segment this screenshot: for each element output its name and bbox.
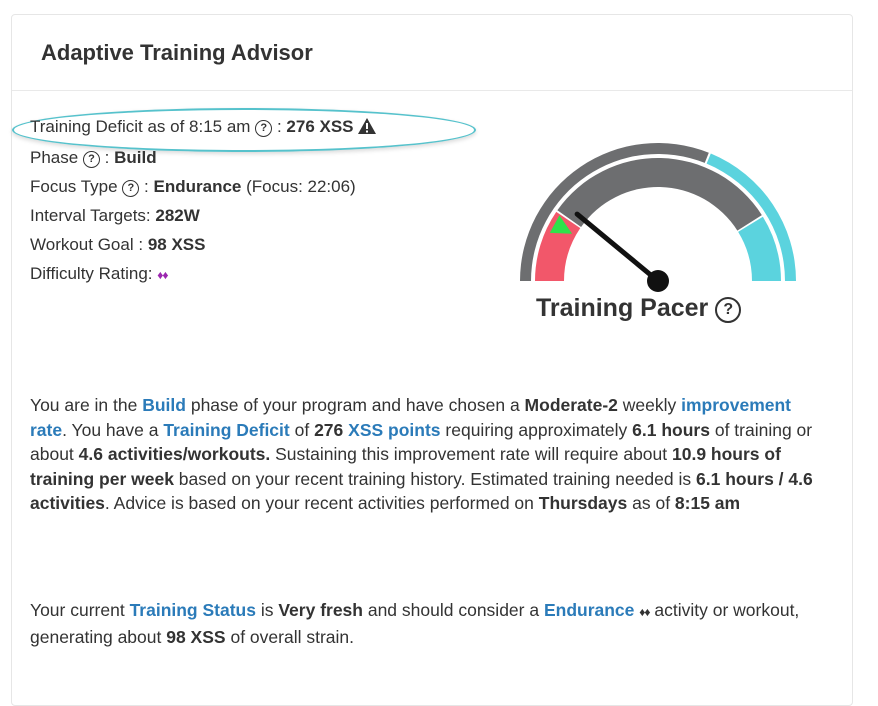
xss-link[interactable]: XSS [348, 420, 383, 440]
gauge-needle [574, 211, 661, 284]
warning-icon [358, 114, 377, 143]
pacer-title: Training Pacer [536, 294, 709, 322]
interval-value: 282W [155, 206, 200, 225]
deficit-num: 276 [314, 419, 344, 440]
phase-value: Build [114, 148, 157, 167]
rate-value: Moderate-2 [524, 395, 618, 415]
difficulty-label: Difficulty Rating: [30, 264, 153, 283]
focus-row: Focus Type ? : Endurance (Focus: 22:06) [30, 172, 376, 201]
interval-label: Interval Targets: [30, 206, 151, 225]
focus-label: Focus Type [30, 177, 118, 196]
gauge-bands [520, 143, 796, 281]
advice-paragraph: You are in the Build phase of your progr… [30, 395, 813, 513]
training-pacer-gauge [520, 143, 796, 292]
training-pacer-label: Training Pacer ? [536, 294, 742, 323]
focus-value: Endurance [153, 177, 242, 196]
card-title: Adaptive Training Advisor [41, 39, 313, 65]
separator: : [276, 117, 282, 136]
build-link[interactable]: Build [142, 395, 186, 415]
goal-value: 98 XSS [147, 235, 206, 254]
day-value: Thursdays [538, 493, 628, 513]
goal-label: Workout Goal : [30, 235, 144, 254]
status-paragraph: Your current Training Status is Very fre… [30, 600, 800, 647]
help-icon[interactable]: ? [715, 297, 742, 323]
interval-row: Interval Targets: 282W [30, 201, 376, 230]
help-icon[interactable]: ? [82, 151, 100, 168]
separator: : [144, 177, 149, 196]
separator: : [104, 148, 110, 167]
card-header: Adaptive Training Advisor [12, 15, 852, 91]
points-link[interactable]: points [388, 420, 441, 440]
focus-extra: (Focus: 22:06) [246, 177, 356, 196]
summary-list: Training Deficit as of 8:15 am ? : 276 X… [30, 112, 377, 290]
phase-label: Phase [30, 148, 79, 167]
difficulty-diamonds: ♦♦ [157, 268, 168, 282]
phase-row: Phase ? : Build [30, 143, 376, 172]
hours-value: 6.1 hours [632, 419, 710, 440]
gauge-hub [647, 270, 669, 292]
strain-value: 98 XSS [166, 626, 226, 647]
activities-value: 4.6 activities/workouts. [78, 444, 271, 464]
goal-row: Workout Goal : 98 XSS [30, 230, 376, 259]
endurance-diamonds: ♦♦ [639, 605, 650, 619]
time-value: 8:15 am [674, 493, 741, 513]
difficulty-row: Difficulty Rating: ♦♦ [30, 259, 376, 290]
status-value: Very fresh [278, 600, 363, 620]
help-icon[interactable]: ? [122, 180, 140, 197]
training-status-link[interactable]: Training Status [130, 600, 256, 620]
deficit-label: Training Deficit as of 8:15 am [30, 117, 251, 136]
deficit-value: 276 XSS [286, 117, 354, 136]
training-deficit-link[interactable]: Training Deficit [163, 420, 289, 440]
help-icon[interactable]: ? [255, 120, 273, 137]
endurance-link[interactable]: Endurance [544, 600, 634, 620]
deficit-row: Training Deficit as of 8:15 am ? : 276 X… [30, 112, 377, 143]
